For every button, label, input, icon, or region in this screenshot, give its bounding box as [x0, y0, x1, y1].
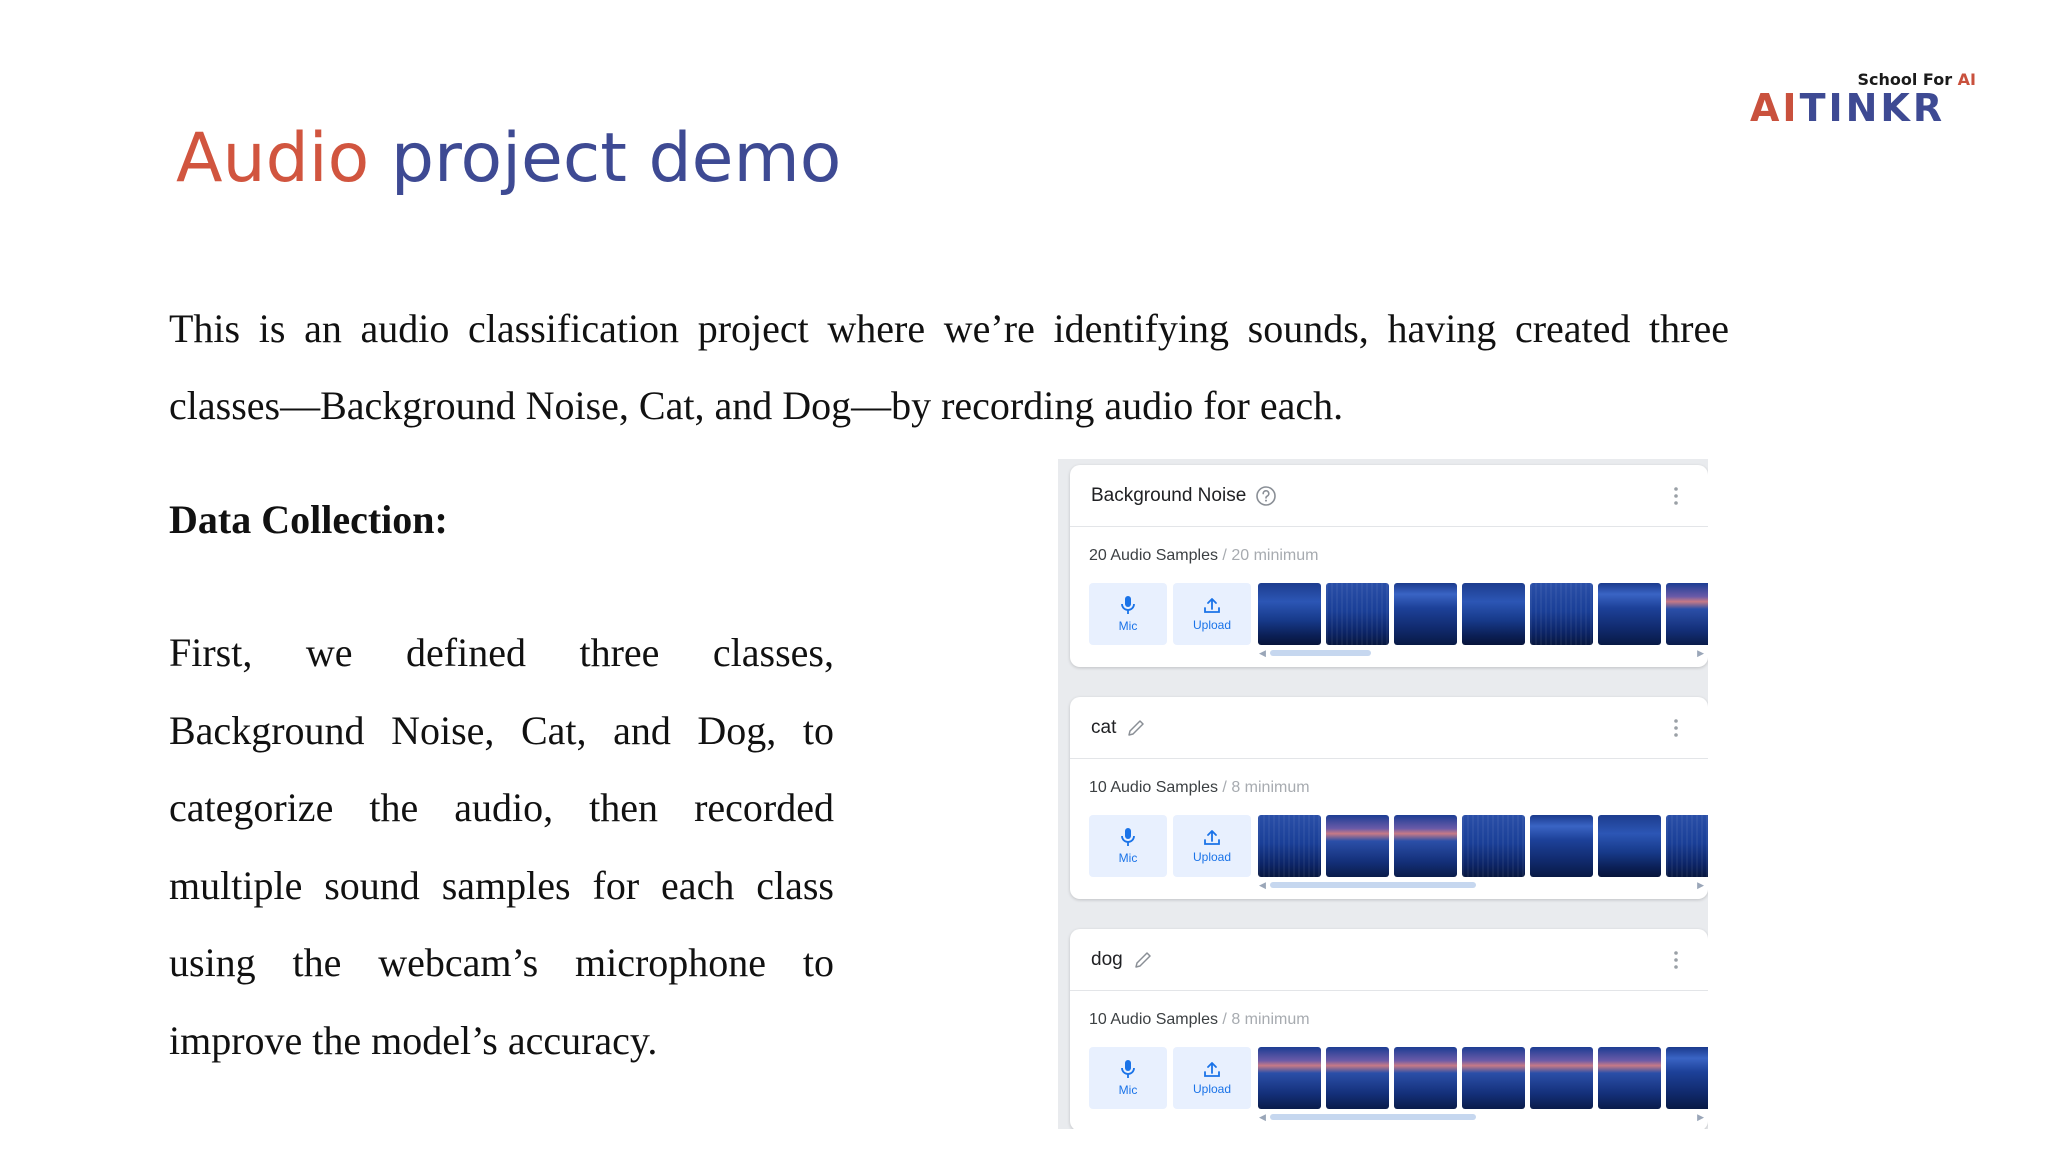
samples-label: 20 Audio Samples — [1089, 547, 1218, 564]
logo-wordmark-tinkr: TINKR — [1800, 90, 1946, 126]
spectrogram-thumbnail[interactable] — [1530, 815, 1593, 877]
spectrogram-thumbnail[interactable] — [1598, 583, 1661, 645]
more-vert-icon[interactable] — [1672, 485, 1680, 507]
logo-tagline-ai: AI — [1957, 70, 1976, 89]
class-card-header: cat — [1070, 697, 1708, 759]
scroll-left-icon[interactable]: ◀ — [1259, 648, 1266, 658]
class-name[interactable]: cat — [1091, 717, 1116, 739]
scroll-right-icon[interactable]: ▶ — [1697, 880, 1704, 890]
upload-label: Upload — [1192, 1082, 1232, 1096]
pencil-icon[interactable] — [1125, 717, 1147, 739]
class-card-background-noise: Background Noise 20 Audio Samples / 20 m… — [1070, 465, 1708, 667]
help-icon[interactable] — [1255, 485, 1277, 507]
spectrogram-thumbnail[interactable] — [1462, 1047, 1525, 1109]
spectrogram-thumbnail[interactable] — [1394, 583, 1457, 645]
class-card-cat: cat 10 Audio Samples / 8 minimum Mic Upl… — [1070, 697, 1708, 899]
scroll-right-icon[interactable]: ▶ — [1697, 1112, 1704, 1122]
slide: School For AI AITINKR Audio project demo… — [0, 0, 2048, 1152]
spectrogram-thumbnail[interactable] — [1666, 815, 1708, 877]
aitinkr-logo: School For AI AITINKR — [1750, 70, 1990, 130]
samples-count: 20 Audio Samples / 20 minimum — [1089, 547, 1318, 565]
section-heading: Data Collection: — [169, 497, 448, 542]
spectrogram-thumbnail[interactable] — [1326, 1047, 1389, 1109]
logo-tagline-text: School For — [1857, 70, 1958, 89]
upload-icon — [1204, 598, 1220, 613]
spectrogram-thumbnail[interactable] — [1462, 583, 1525, 645]
upload-label: Upload — [1192, 850, 1232, 864]
class-card-header: Background Noise — [1070, 465, 1708, 527]
upload-label: Upload — [1192, 618, 1232, 632]
class-card-dog: dog 10 Audio Samples / 8 minimum Mic Upl… — [1070, 929, 1708, 1129]
spectrogram-thumbnail[interactable] — [1530, 1047, 1593, 1109]
mic-label: Mic — [1118, 619, 1138, 633]
samples-label: 10 Audio Samples — [1089, 1011, 1218, 1028]
samples-label: 10 Audio Samples — [1089, 779, 1218, 796]
spectrogram-thumbnail[interactable] — [1258, 1047, 1321, 1109]
intro-paragraph: This is an audio classification project … — [169, 306, 1729, 428]
spectrogram-thumbnail[interactable] — [1666, 1047, 1708, 1109]
sample-scrollbar[interactable] — [1270, 650, 1371, 656]
upload-button[interactable]: Upload — [1173, 583, 1251, 645]
mic-button[interactable]: Mic — [1089, 815, 1167, 877]
upload-icon — [1204, 830, 1220, 845]
title-word-audio: Audio — [176, 119, 370, 198]
more-vert-icon[interactable] — [1672, 949, 1680, 971]
mic-label: Mic — [1118, 1083, 1138, 1097]
sample-scrollbar[interactable] — [1270, 882, 1476, 888]
upload-icon — [1204, 1062, 1220, 1077]
slide-title: Audio project demo — [176, 118, 841, 200]
spectrogram-thumbnail[interactable] — [1598, 1047, 1661, 1109]
samples-count: 10 Audio Samples / 8 minimum — [1089, 779, 1310, 797]
teachable-machine-panel: Background Noise 20 Audio Samples / 20 m… — [1058, 459, 1708, 1129]
mic-label: Mic — [1118, 851, 1138, 865]
spectrogram-strip[interactable] — [1258, 1047, 1708, 1109]
spectrogram-thumbnail[interactable] — [1394, 1047, 1457, 1109]
scroll-left-icon[interactable]: ◀ — [1259, 1112, 1266, 1122]
spectrogram-strip[interactable] — [1258, 815, 1708, 877]
minimum-label: / 20 minimum — [1217, 547, 1319, 564]
class-name[interactable]: Background Noise — [1091, 485, 1246, 507]
mic-icon — [1121, 596, 1135, 614]
samples-count: 10 Audio Samples / 8 minimum — [1089, 1011, 1310, 1029]
spectrogram-thumbnail[interactable] — [1530, 583, 1593, 645]
spectrogram-strip[interactable] — [1258, 583, 1708, 645]
mic-icon — [1121, 1060, 1135, 1078]
mic-icon — [1121, 828, 1135, 846]
scroll-left-icon[interactable]: ◀ — [1259, 880, 1266, 890]
spectrogram-thumbnail[interactable] — [1394, 815, 1457, 877]
logo-wordmark: AITINKR — [1750, 90, 1945, 126]
section-body: First, we defined three classes, Backgro… — [169, 630, 834, 1063]
minimum-label: / 8 minimum — [1217, 1011, 1310, 1028]
spectrogram-thumbnail[interactable] — [1666, 583, 1708, 645]
minimum-label: / 8 minimum — [1217, 779, 1310, 796]
more-vert-icon[interactable] — [1672, 717, 1680, 739]
upload-button[interactable]: Upload — [1173, 815, 1251, 877]
pencil-icon[interactable] — [1132, 949, 1154, 971]
logo-wordmark-ai: AI — [1750, 90, 1800, 126]
title-rest: project demo — [369, 119, 842, 198]
upload-button[interactable]: Upload — [1173, 1047, 1251, 1109]
logo-wordmark-text: AITINKR — [1750, 90, 1945, 126]
class-name[interactable]: dog — [1091, 949, 1123, 971]
spectrogram-thumbnail[interactable] — [1258, 815, 1321, 877]
spectrogram-thumbnail[interactable] — [1462, 815, 1525, 877]
mic-button[interactable]: Mic — [1089, 583, 1167, 645]
spectrogram-thumbnail[interactable] — [1326, 583, 1389, 645]
sample-scrollbar[interactable] — [1270, 1114, 1476, 1120]
logo-tagline: School For AI — [1857, 70, 1976, 89]
scroll-right-icon[interactable]: ▶ — [1697, 648, 1704, 658]
spectrogram-thumbnail[interactable] — [1598, 815, 1661, 877]
class-card-header: dog — [1070, 929, 1708, 991]
spectrogram-thumbnail[interactable] — [1326, 815, 1389, 877]
spectrogram-thumbnail[interactable] — [1258, 583, 1321, 645]
mic-button[interactable]: Mic — [1089, 1047, 1167, 1109]
